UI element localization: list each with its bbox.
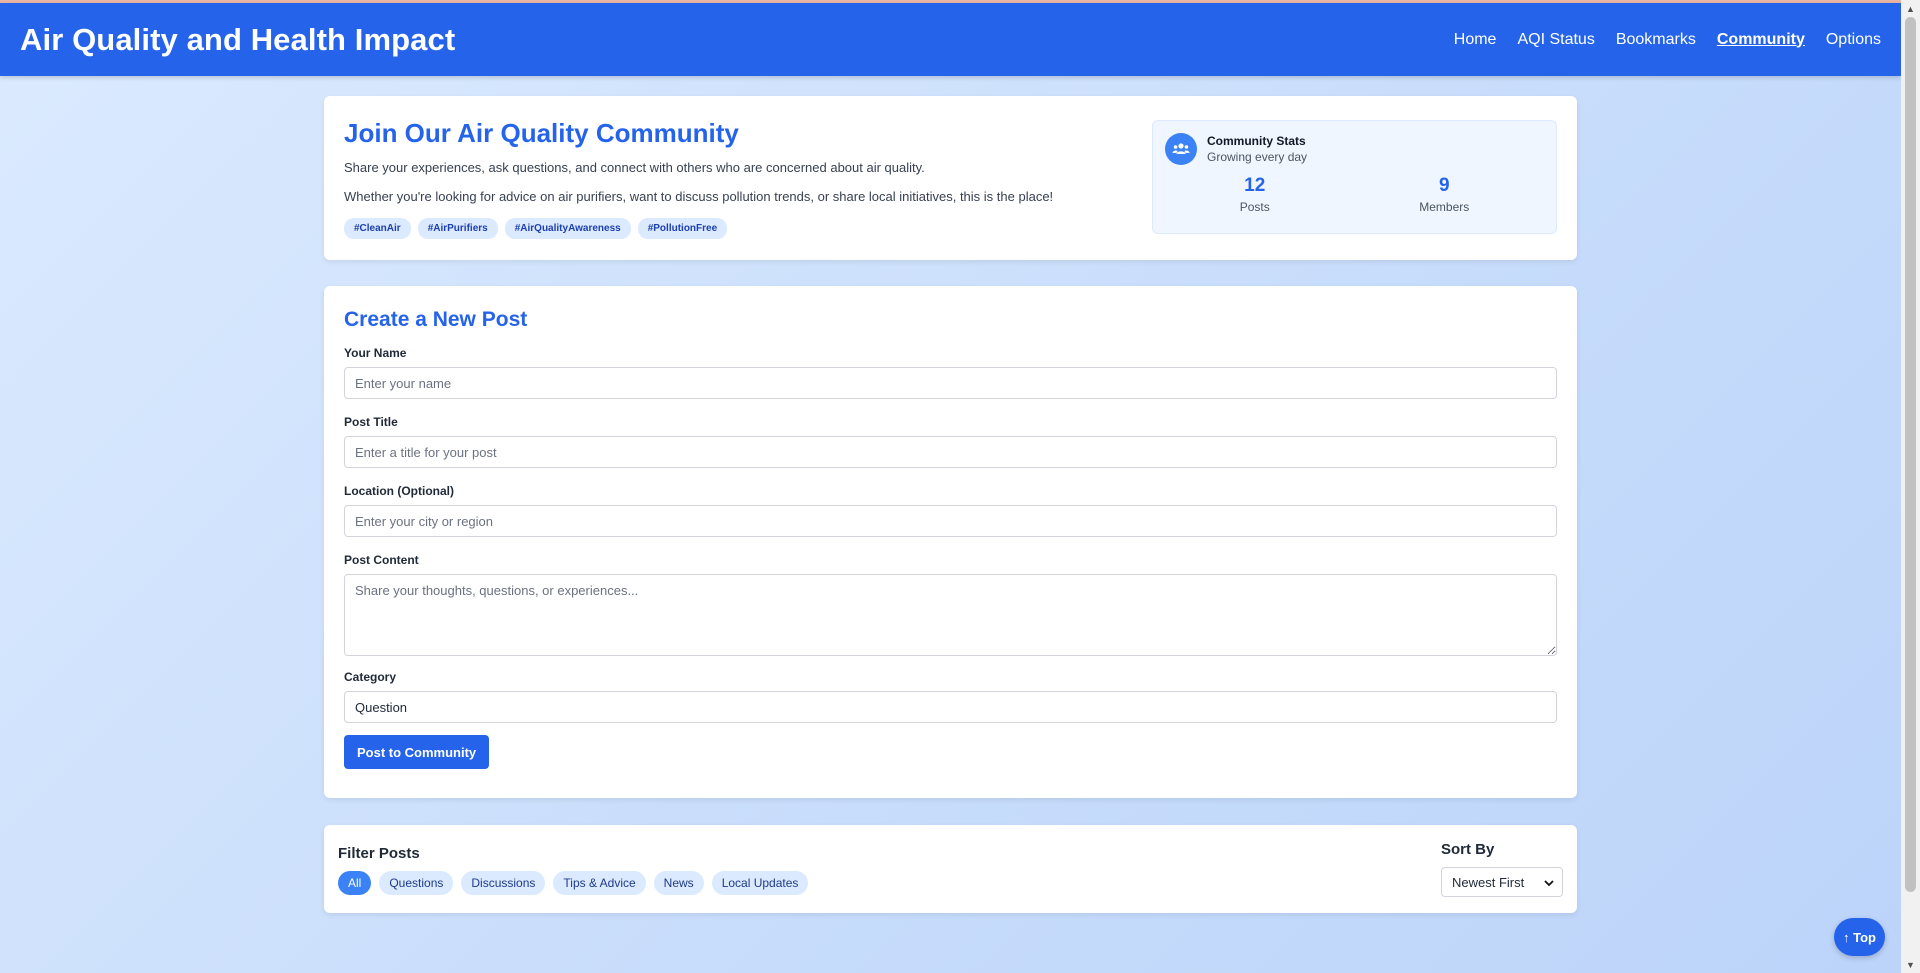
post-content-textarea[interactable] [344,574,1557,656]
hashtag-tag: #AirPurifiers [417,218,498,239]
filter-chip-questions[interactable]: Questions [379,871,454,895]
stats-title: Community Stats [1207,134,1306,148]
members-stat: 9 Members [1419,175,1469,214]
page-scrollbar[interactable]: ▲ ▼ [1901,0,1920,973]
back-to-top-button[interactable]: ↑ Top [1834,918,1885,956]
post-title-label: Post Title [344,415,398,429]
users-icon [1165,133,1197,165]
category-label: Category [344,670,397,684]
posts-label: Posts [1239,200,1270,214]
location-input[interactable] [344,505,1557,537]
post-to-community-button[interactable]: Post to Community [344,735,490,769]
create-post-card: Create a New Post Your Name Post Title L… [324,286,1577,798]
nav-aqi-status[interactable]: AQI Status [1517,31,1594,49]
community-stats-panel: Community Stats Growing every day 12 Pos… [1152,120,1557,234]
post-content-label: Post Content [344,553,419,567]
scroll-up-icon[interactable]: ▲ [1901,0,1920,17]
filter-chip-all[interactable]: All [338,871,372,895]
location-label: Location (Optional) [344,484,454,498]
name-label: Your Name [344,346,407,360]
filter-posts-card: Filter Posts All Questions Discussions T… [324,825,1577,913]
filter-chip-list: All Questions Discussions Tips & Advice … [338,871,1563,895]
sort-label: Sort By [1441,841,1495,858]
site-header: Air Quality and Health Impact Home AQI S… [0,3,1901,76]
create-post-title: Create a New Post [344,308,528,331]
category-select[interactable]: Question [344,691,1557,723]
site-title: Air Quality and Health Impact [20,21,456,57]
sort-select[interactable]: Newest First [1441,867,1563,897]
stats-subtitle: Growing every day [1207,150,1308,164]
scroll-thumb[interactable] [1905,17,1916,892]
filter-chip-tips-advice[interactable]: Tips & Advice [553,871,646,895]
hashtag-tag: #PollutionFree [637,218,728,239]
main-nav: Home AQI Status Bookmarks Community Opti… [1454,31,1881,49]
filter-title: Filter Posts [338,845,420,862]
sort-control: Sort By Newest First [1441,841,1563,897]
members-count: 9 [1438,175,1450,196]
category-value: Question [355,699,408,715]
nav-options[interactable]: Options [1826,31,1881,49]
community-hero-card: Join Our Air Quality Community Share you… [324,96,1577,260]
nav-home[interactable]: Home [1454,31,1497,49]
filter-chip-news[interactable]: News [653,871,704,895]
post-title-input[interactable] [344,436,1557,468]
stats-header: Community Stats Growing every day [1165,133,1544,165]
stats-numbers: 12 Posts 9 Members [1165,175,1544,214]
filter-chip-local-updates[interactable]: Local Updates [711,871,809,895]
name-input[interactable] [344,367,1557,399]
sort-value: Newest First [1452,874,1525,890]
chevron-down-icon [1544,875,1554,890]
members-label: Members [1419,200,1470,214]
hashtag-tag: #AirQualityAwareness [504,218,631,239]
nav-community[interactable]: Community [1717,31,1805,49]
posts-stat: 12 Posts [1240,175,1270,214]
scroll-down-icon[interactable]: ▼ [1901,956,1920,973]
posts-count: 12 [1244,175,1266,196]
hashtag-tag: #CleanAir [344,218,411,239]
nav-bookmarks[interactable]: Bookmarks [1616,31,1696,49]
filter-chip-discussions[interactable]: Discussions [461,871,546,895]
